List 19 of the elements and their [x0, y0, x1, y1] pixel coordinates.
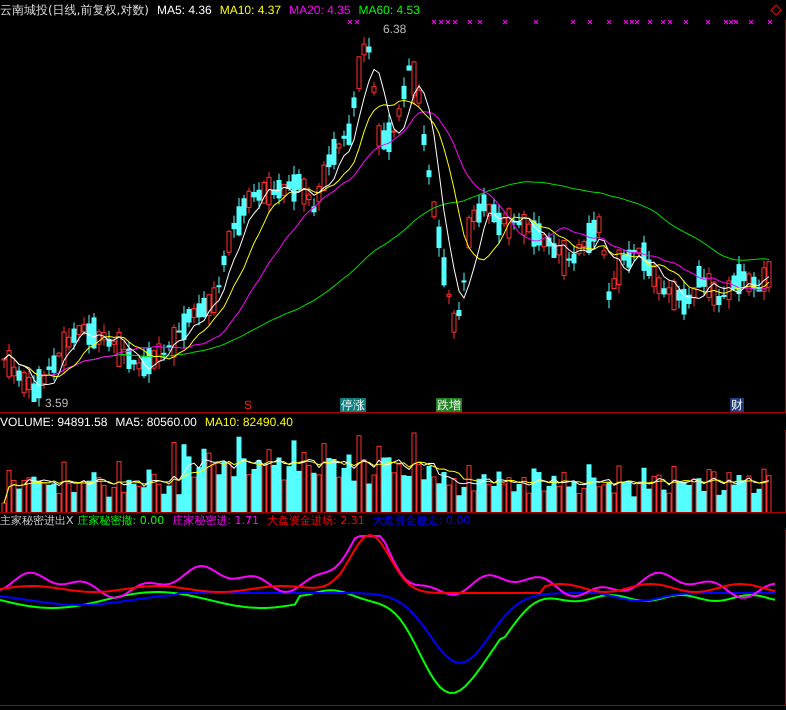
event-tag: 停涨: [340, 398, 366, 412]
high-price-label: 6.38: [383, 21, 406, 38]
stock-title: 云南城投(日线,前复权,对数): [0, 2, 149, 19]
event-tag: 财: [730, 398, 744, 412]
indicator-reading: 庄家秘密进: 1.71: [172, 513, 259, 530]
indicator-reading: VOLUME: 94891.58: [0, 414, 108, 430]
indicator-title: 主家秘密进出X: [0, 513, 74, 530]
low-price-label: 3.59: [45, 395, 68, 412]
signal-label: S: [244, 399, 252, 412]
indicator-reading: MA5: 4.36: [157, 2, 212, 19]
indicator-reading: MA20: 4.35: [289, 2, 350, 19]
indicator-reading: MA10: 82490.40: [204, 414, 293, 430]
indicator-reading: 大盘资金进场: 2.31: [266, 513, 365, 530]
event-tag: 跌增: [436, 398, 462, 412]
indicator-reading: 大盘资金撤走: 0.00: [372, 513, 470, 530]
indicator-reading: MA60: 4.53: [358, 2, 420, 19]
indicator-reading: MA10: 4.37: [220, 2, 282, 19]
indicator-reading: MA5: 80560.00: [115, 414, 197, 430]
indicator-reading: 庄家秘密撤: 0.00: [78, 513, 164, 530]
